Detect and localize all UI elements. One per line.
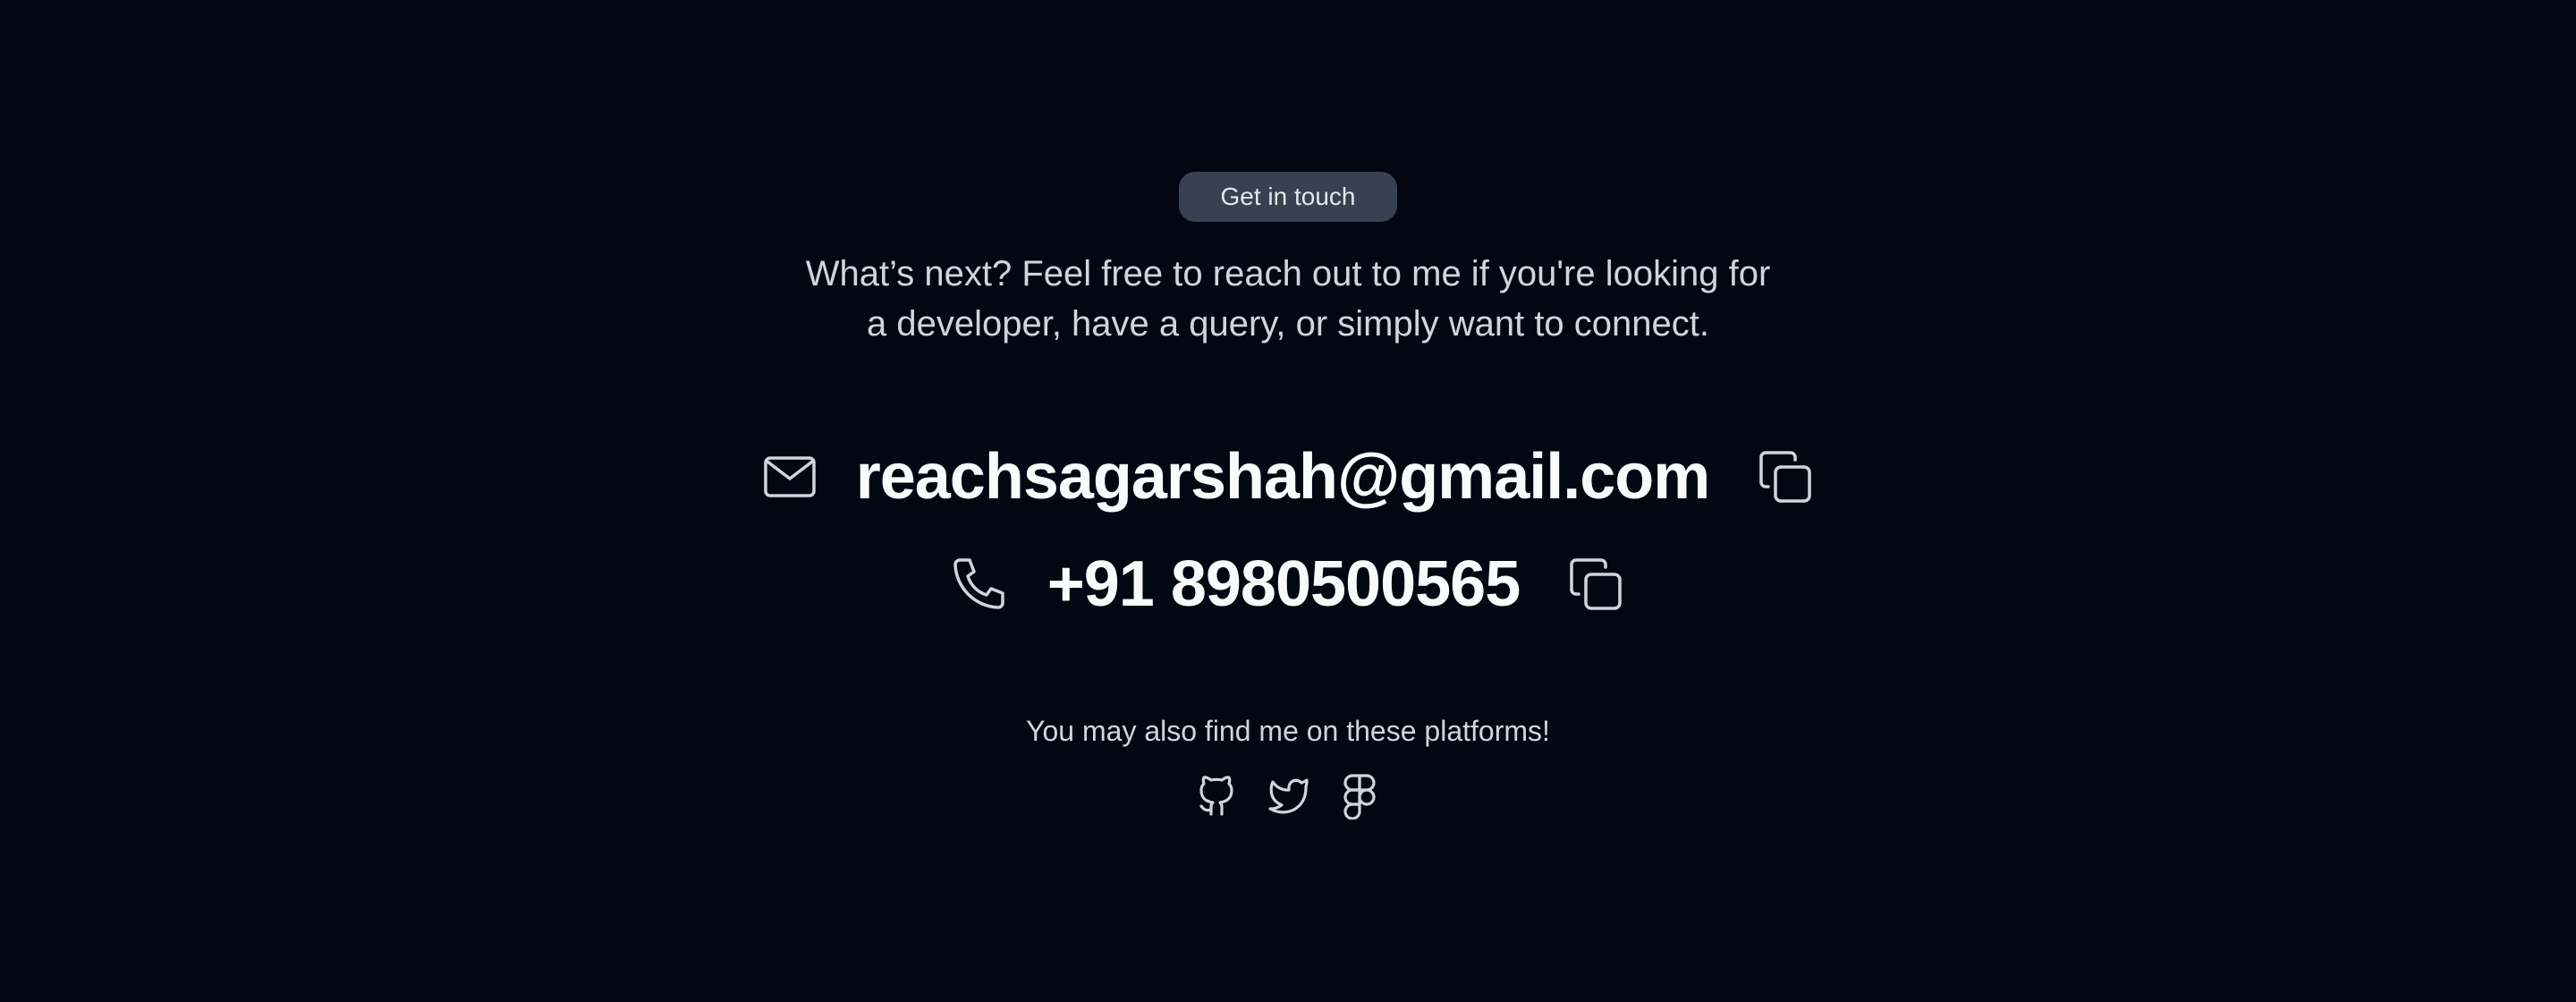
email-address: reachsagarshah@gmail.com: [855, 441, 1711, 513]
phone-row: +91 8980500565: [0, 544, 2576, 624]
twitter-icon[interactable]: [1267, 773, 1309, 819]
github-icon[interactable]: [1195, 773, 1238, 819]
copy-phone-icon[interactable]: [1568, 556, 1623, 612]
intro-line-2: a developer, have a query, or simply wan…: [866, 304, 1709, 344]
contact-section: Get in touch What’s next? Feel free to r…: [0, 0, 2576, 1002]
intro-text: What’s next? Feel free to reach out to m…: [751, 249, 1825, 349]
copy-email-icon[interactable]: [1758, 449, 1813, 505]
phone-icon: [953, 556, 1008, 612]
mail-icon: [763, 454, 817, 500]
phone-number: +91 8980500565: [1046, 548, 1521, 620]
platforms-text: You may also find me on these platforms!: [1026, 715, 1550, 747]
intro-line-1: What’s next? Feel free to reach out to m…: [805, 254, 1771, 293]
get-in-touch-badge: Get in touch: [1179, 172, 1397, 222]
figma-icon[interactable]: [1338, 773, 1381, 819]
email-row: reachsagarshah@gmail.com: [0, 437, 2576, 517]
social-links: [0, 773, 2576, 819]
